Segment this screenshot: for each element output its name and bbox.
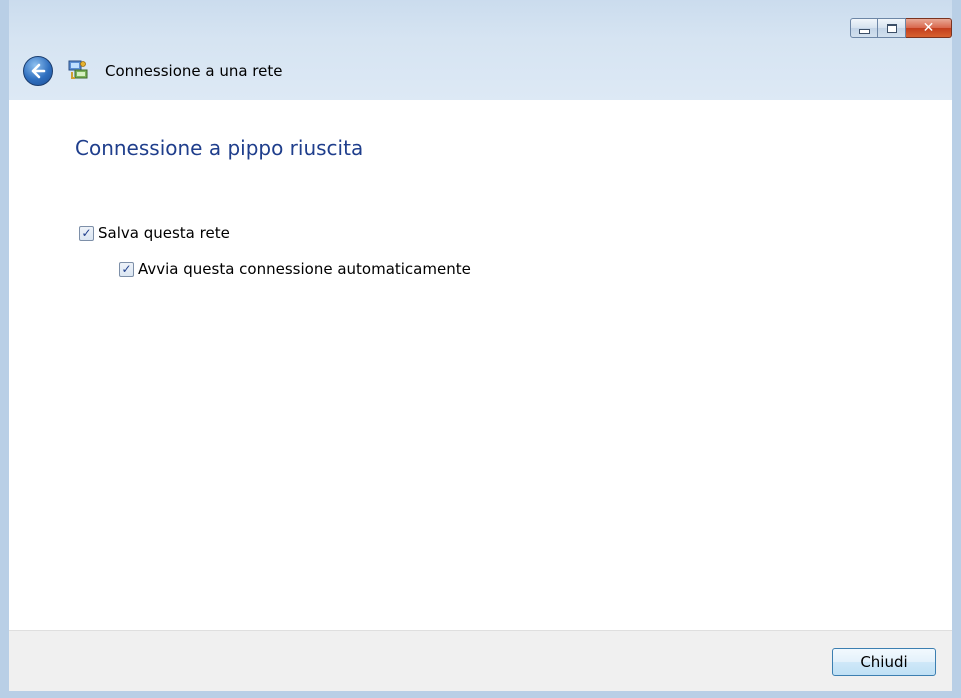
minimize-icon: [858, 28, 870, 34]
maximize-button[interactable]: [878, 18, 906, 38]
minimize-button[interactable]: [850, 18, 878, 38]
window-controls: ✕: [850, 18, 952, 38]
back-button[interactable]: [23, 56, 53, 86]
auto-connect-label: Avvia questa connessione automaticamente: [138, 260, 471, 278]
window-title: Connessione a una rete: [105, 62, 283, 80]
maximize-icon: [886, 23, 897, 33]
close-button[interactable]: Chiudi: [832, 648, 936, 676]
wizard-footer: Chiudi: [9, 630, 952, 691]
save-network-label: Salva questa rete: [98, 224, 230, 242]
save-network-option[interactable]: ✓ Salva questa rete: [79, 224, 230, 242]
auto-connect-option[interactable]: ✓ Avvia questa connessione automaticamen…: [119, 260, 471, 278]
wizard-content: Connessione a pippo riuscita ✓ Salva que…: [9, 100, 952, 621]
back-arrow-icon: [31, 63, 46, 79]
network-connection-icon: [68, 60, 88, 79]
close-window-button[interactable]: ✕: [906, 18, 952, 38]
title-bar: ✕ Connessione a una rete: [9, 0, 952, 100]
auto-connect-checkbox[interactable]: ✓: [119, 261, 134, 277]
page-heading: Connessione a pippo riuscita: [75, 136, 364, 160]
save-network-checkbox[interactable]: ✓: [79, 225, 94, 241]
wizard-window: ✕ Connessione a una rete Connessione a p…: [0, 0, 961, 698]
close-icon: ✕: [922, 20, 935, 36]
